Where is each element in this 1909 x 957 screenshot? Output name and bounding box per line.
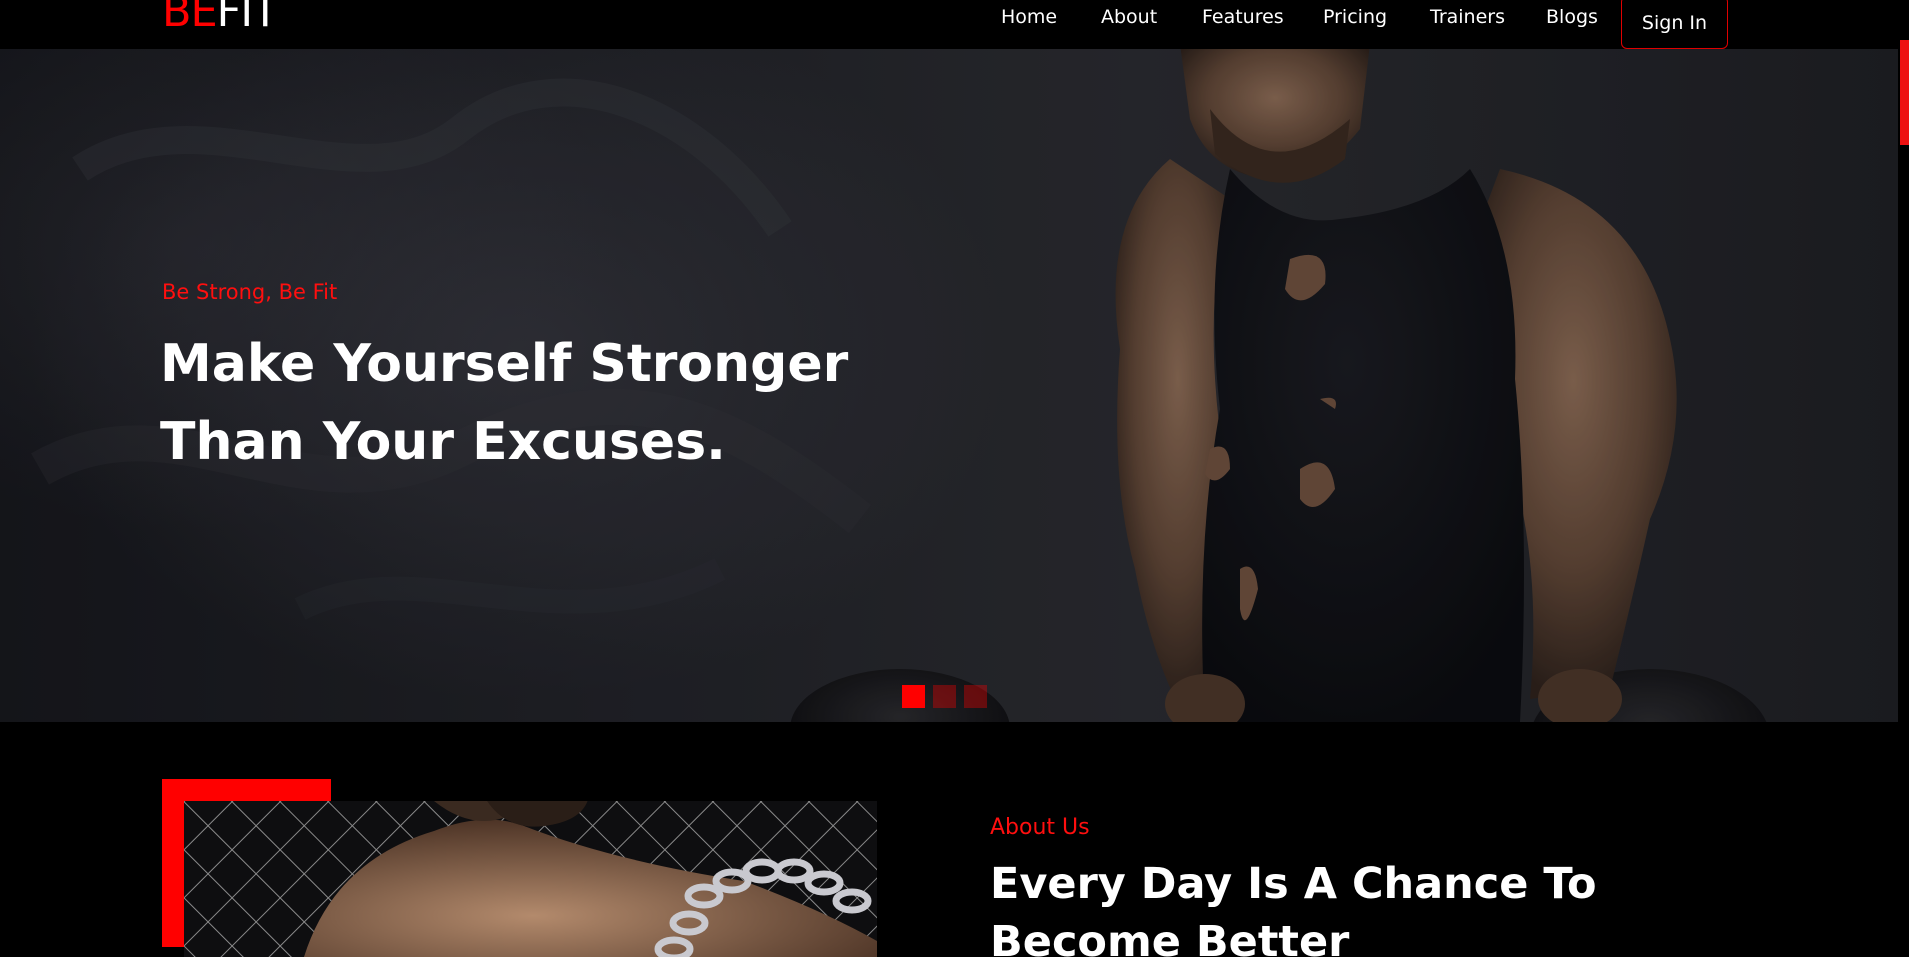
about-image-frame-left — [162, 779, 184, 947]
about-section: About Us Every Day Is A Chance To Become… — [0, 722, 1898, 957]
slider-dot-2[interactable] — [933, 685, 956, 708]
about-title: Every Day Is A Chance To Become Better — [990, 859, 1597, 957]
nav-link-trainers[interactable]: Trainers — [1430, 6, 1505, 28]
nav-link-home[interactable]: Home — [1001, 6, 1057, 28]
hero-title: Make Yourself Stronger Than Your Excuses… — [160, 334, 849, 472]
nav-link-about[interactable]: About — [1101, 6, 1157, 28]
slider-dot-1[interactable] — [902, 685, 925, 708]
hero-slider: Be Strong, Be Fit Make Yourself Stronger… — [0, 49, 1898, 722]
nav-link-pricing[interactable]: Pricing — [1323, 6, 1387, 28]
nav-link-blogs[interactable]: Blogs — [1546, 6, 1598, 28]
brand-logo-part-fit: FIT — [216, 0, 279, 37]
brand-logo[interactable]: BEFIT — [162, 0, 279, 37]
brand-logo-part-be: BE — [162, 0, 218, 37]
nav-link-features[interactable]: Features — [1202, 6, 1284, 28]
about-athlete-image — [184, 801, 877, 957]
about-image-frame-top — [162, 779, 331, 801]
page: BEFIT Home About Features Pricing Traine… — [0, 0, 1909, 957]
navbar: BEFIT Home About Features Pricing Traine… — [0, 0, 1898, 49]
scrollbar-thumb[interactable] — [1900, 40, 1909, 145]
slider-dot-3[interactable] — [964, 685, 987, 708]
sign-in-button[interactable]: Sign In — [1621, 0, 1728, 49]
slider-pagination — [902, 685, 987, 708]
about-kicker: About Us — [990, 815, 1090, 840]
hero-tagline: Be Strong, Be Fit — [162, 280, 338, 304]
